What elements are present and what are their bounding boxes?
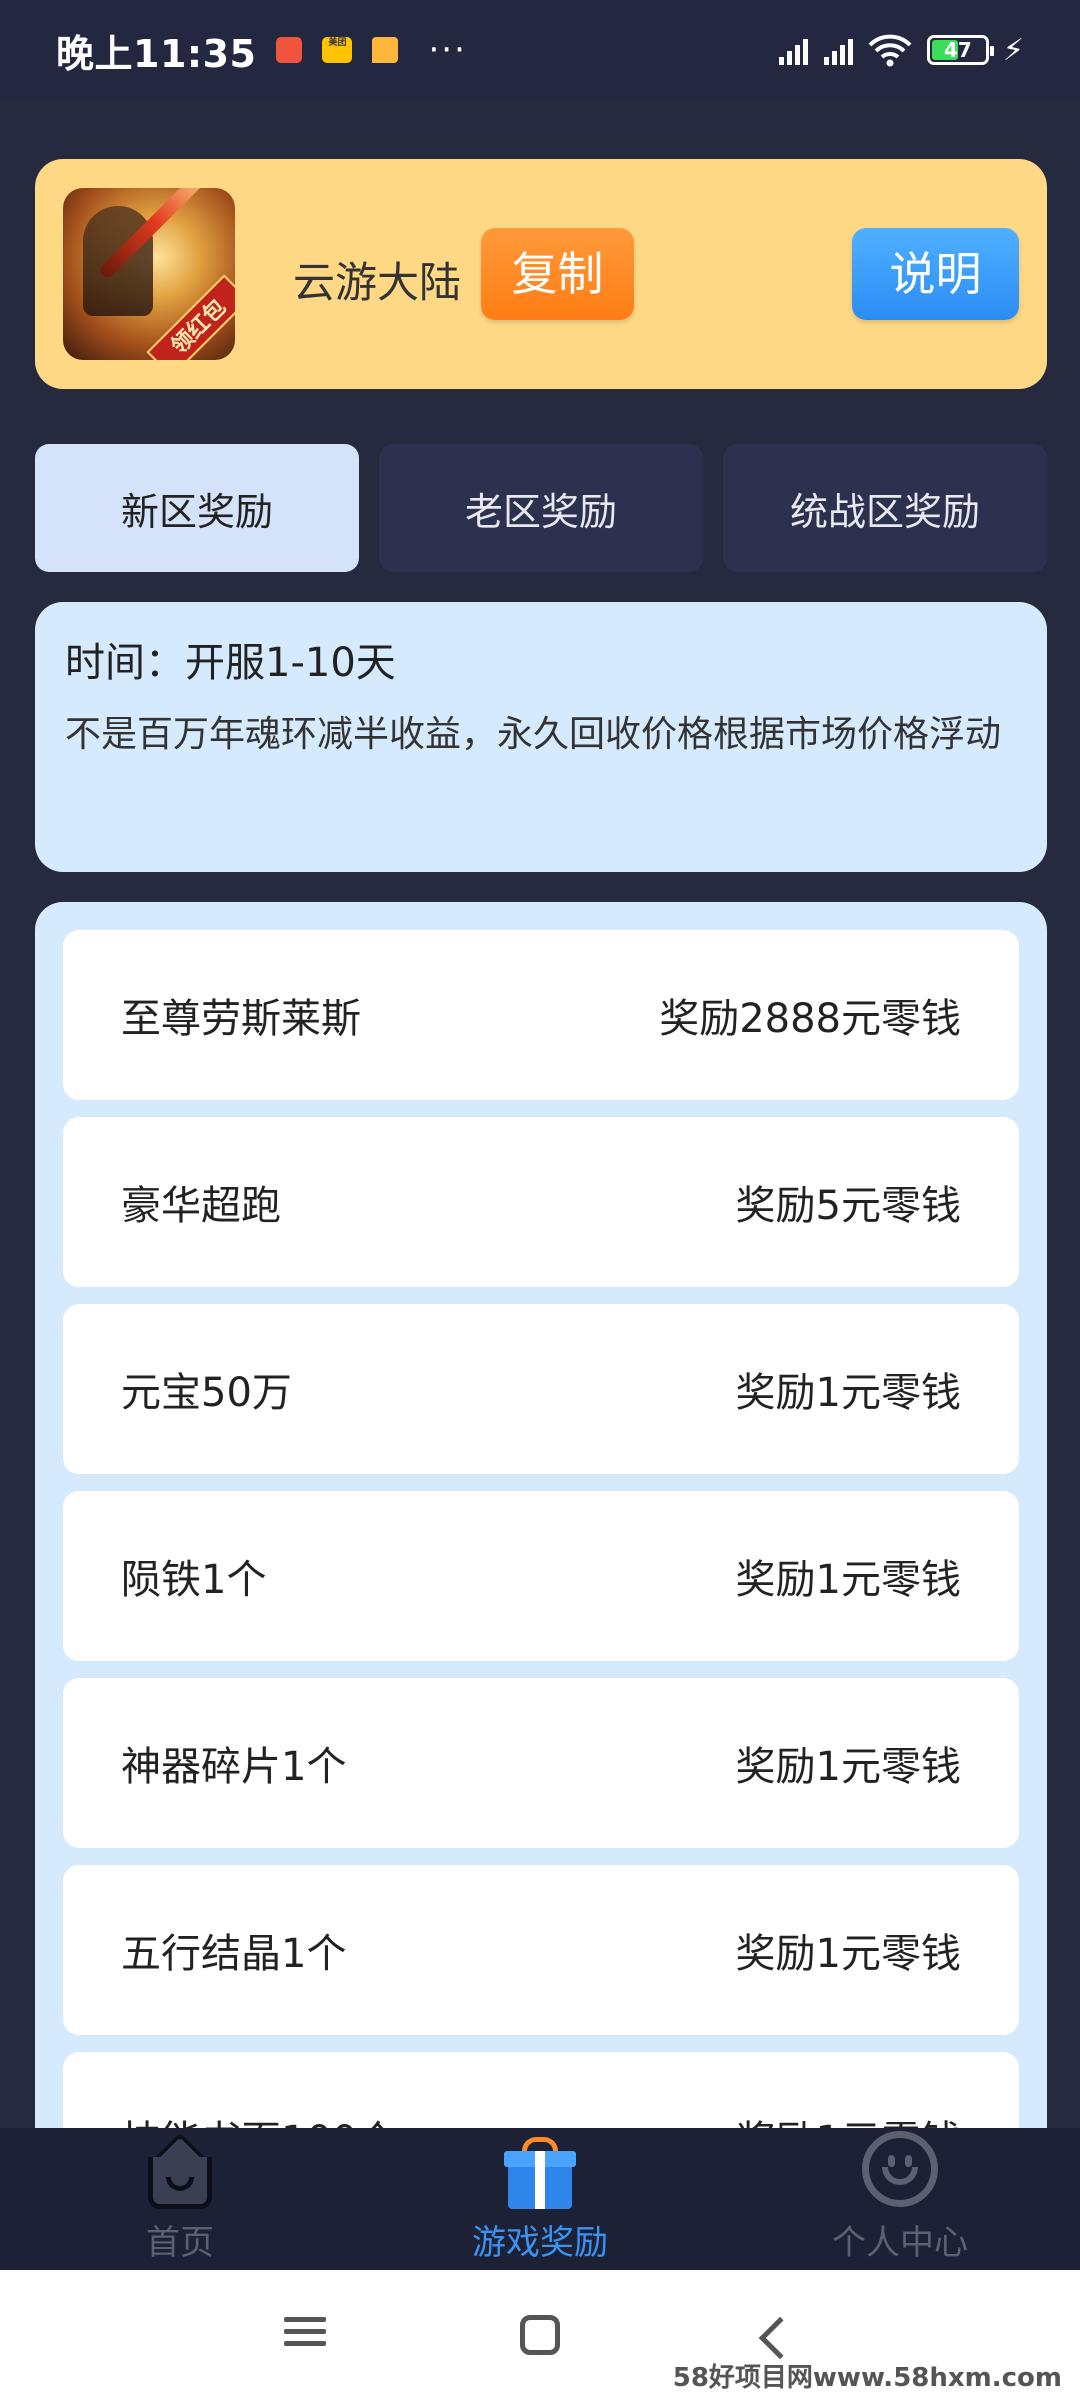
list-item: 神器碎片1个 奖励1元零钱	[63, 1678, 1019, 1848]
back-arrow-icon[interactable]	[758, 2316, 802, 2360]
reward-item-name: 元宝50万	[121, 1370, 292, 1416]
reward-item-name: 豪华超跑	[121, 1183, 281, 1229]
nav-profile-label: 个人中心	[832, 2223, 968, 2263]
reward-list: 至尊劳斯莱斯 奖励2888元零钱 豪华超跑 奖励5元零钱 元宝50万 奖励1元零…	[35, 902, 1047, 2132]
status-time: 晚上11:35	[56, 31, 257, 76]
wifi-icon	[868, 34, 912, 67]
reward-amount: 奖励1元零钱	[735, 1370, 961, 1416]
reward-amount: 奖励5元零钱	[735, 1183, 961, 1229]
watermark: 58好项目网www.58hxm.com	[672, 2363, 1062, 2393]
more-notifications-icon: ···	[428, 30, 467, 70]
red-packet-badge: 领红包	[146, 274, 235, 360]
reward-tabs: 新区奖励 老区奖励 统战区奖励	[35, 444, 1047, 572]
list-item: 元宝50万 奖励1元零钱	[63, 1304, 1019, 1474]
list-item: 五行结晶1个 奖励1元零钱	[63, 1865, 1019, 2035]
reward-amount: 奖励2888元零钱	[659, 996, 961, 1042]
reward-item-name: 至尊劳斯莱斯	[121, 996, 361, 1042]
reward-item-name: 神器碎片1个	[121, 1744, 347, 1790]
copy-button[interactable]: 复制	[481, 228, 634, 320]
nav-game-rewards[interactable]: 游戏奖励	[360, 2128, 720, 2270]
tab-old-server[interactable]: 老区奖励	[379, 444, 703, 572]
tab-new-server[interactable]: 新区奖励	[35, 444, 359, 572]
status-right: 47 ⚡	[777, 33, 1024, 68]
list-item: 至尊劳斯莱斯 奖励2888元零钱	[63, 930, 1019, 1100]
signal-hd-icon-2	[822, 35, 853, 65]
charging-icon: ⚡	[1002, 32, 1024, 68]
reward-amount: 奖励1元零钱	[735, 1557, 961, 1603]
battery-icon: 47	[926, 35, 994, 65]
home-square-icon[interactable]	[520, 2315, 560, 2355]
gift-icon	[500, 2131, 580, 2211]
list-item: 技能书页100个 奖励1元零钱	[63, 2052, 1019, 2132]
nav-profile[interactable]: 个人中心	[720, 2128, 1080, 2270]
app-notification-icon	[276, 37, 303, 63]
meituan-notification-icon: 美团	[322, 37, 353, 63]
home-icon	[140, 2131, 220, 2211]
reward-amount: 奖励1元零钱	[735, 1931, 961, 1977]
nav-game-rewards-label: 游戏奖励	[472, 2223, 608, 2263]
explain-button[interactable]: 说明	[852, 228, 1019, 320]
menu-icon[interactable]	[275, 2310, 335, 2360]
battery-level: 47	[944, 38, 972, 62]
game-name: 云游大陆	[293, 258, 462, 307]
tab-unified-server[interactable]: 统战区奖励	[723, 444, 1047, 572]
system-nav-bar: 58好项目网www.58hxm.com	[0, 2270, 1080, 2400]
bottom-nav: 首页 游戏奖励 个人中心	[0, 2128, 1080, 2270]
nav-home[interactable]: 首页	[0, 2128, 360, 2270]
reward-item-name: 陨铁1个	[121, 1557, 267, 1603]
info-description: 不是百万年魂环减半收益，永久回收价格根据市场价格浮动	[65, 714, 1002, 755]
message-notification-icon	[372, 37, 399, 63]
smile-face-icon	[860, 2131, 940, 2211]
game-thumbnail: 领红包	[63, 188, 235, 360]
info-card: 时间：开服1-10天 不是百万年魂环减半收益，永久回收价格根据市场价格浮动	[35, 602, 1047, 872]
reward-item-name: 五行结晶1个	[121, 1931, 347, 1977]
nav-home-label: 首页	[146, 2223, 214, 2263]
info-time: 时间：开服1-10天	[65, 640, 396, 686]
list-item: 陨铁1个 奖励1元零钱	[63, 1491, 1019, 1661]
reward-amount: 奖励1元零钱	[735, 1744, 961, 1790]
signal-hd-icon	[777, 35, 808, 65]
status-left: 晚上11:35 美团 ···	[56, 23, 467, 78]
game-header-card: 领红包 云游大陆 复制 说明	[35, 159, 1047, 389]
status-bar: 晚上11:35 美团 ··· 47 ⚡	[0, 0, 1080, 100]
list-item: 豪华超跑 奖励5元零钱	[63, 1117, 1019, 1287]
